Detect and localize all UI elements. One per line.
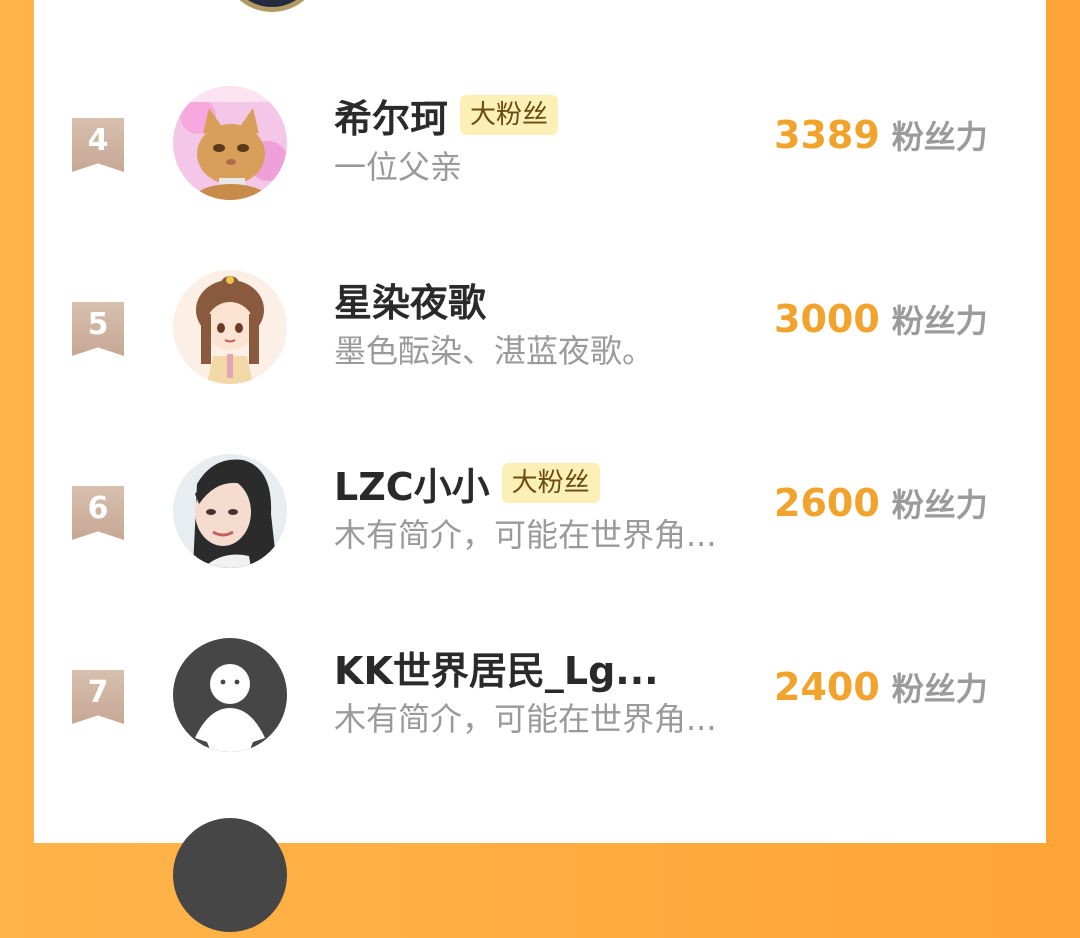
user-name[interactable]: 希尔珂 bbox=[334, 88, 448, 143]
fan-power-label: 粉丝力 bbox=[891, 670, 988, 708]
ranking-row-4[interactable]: 4 希尔珂 大粉丝 一位父亲 3389 粉丝力 bbox=[34, 72, 1046, 202]
ranking-row-6[interactable]: 6 LZC小小 大粉丝 木有简介，可能在世界角... 2600 粉丝力 bbox=[34, 440, 1046, 570]
user-bio: 墨色酝染、湛蓝夜歌。 bbox=[334, 332, 655, 370]
big-fan-badge: 大粉丝 bbox=[501, 463, 600, 503]
user-name[interactable]: 星染夜歌 bbox=[334, 272, 486, 327]
user-bio: 木有简介，可能在世界角... bbox=[334, 516, 717, 554]
fan-ranking-panel: 4 希尔珂 大粉丝 一位父亲 3389 粉丝力 5 星染夜歌 墨色酝染、湛蓝夜歌… bbox=[34, 0, 1046, 932]
user-bio: 木有简介，可能在世界角... bbox=[334, 700, 717, 738]
fan-power-label: 粉丝力 bbox=[891, 118, 988, 156]
portrait-avatar[interactable] bbox=[173, 454, 287, 568]
cat-avatar[interactable] bbox=[173, 86, 287, 200]
rank-badge: 5 bbox=[72, 302, 124, 356]
rank-badge: 4 bbox=[72, 118, 124, 172]
fan-power-label: 粉丝力 bbox=[891, 302, 988, 340]
default-user-avatar[interactable] bbox=[173, 638, 287, 752]
fan-power-label: 粉丝力 bbox=[891, 486, 988, 524]
ranking-row-8-partial[interactable] bbox=[34, 808, 1046, 938]
partial-avatar-rank-8[interactable] bbox=[173, 818, 287, 932]
fan-power-value: 3389 bbox=[774, 113, 880, 157]
ranking-row-7[interactable]: 7 KK世界居民_Lg... 木有简介，可能在世界角... 2400 粉丝力 bbox=[34, 624, 1046, 754]
ranking-row-5[interactable]: 5 星染夜歌 墨色酝染、湛蓝夜歌。 3000 粉丝力 bbox=[34, 256, 1046, 386]
rank-badge: 6 bbox=[72, 486, 124, 540]
user-bio: 一位父亲 bbox=[334, 148, 463, 186]
anime-girl-avatar[interactable] bbox=[173, 270, 287, 384]
fan-power-value: 3000 bbox=[774, 297, 880, 341]
fan-power-value: 2400 bbox=[774, 665, 880, 709]
rank-badge: 7 bbox=[72, 670, 124, 724]
user-name[interactable]: KK世界居民_Lg... bbox=[334, 640, 659, 695]
user-name[interactable]: LZC小小 bbox=[334, 456, 490, 511]
fan-power-value: 2600 bbox=[774, 481, 880, 525]
big-fan-badge: 大粉丝 bbox=[460, 95, 559, 135]
partial-avatar-rank-3[interactable] bbox=[222, 0, 322, 12]
